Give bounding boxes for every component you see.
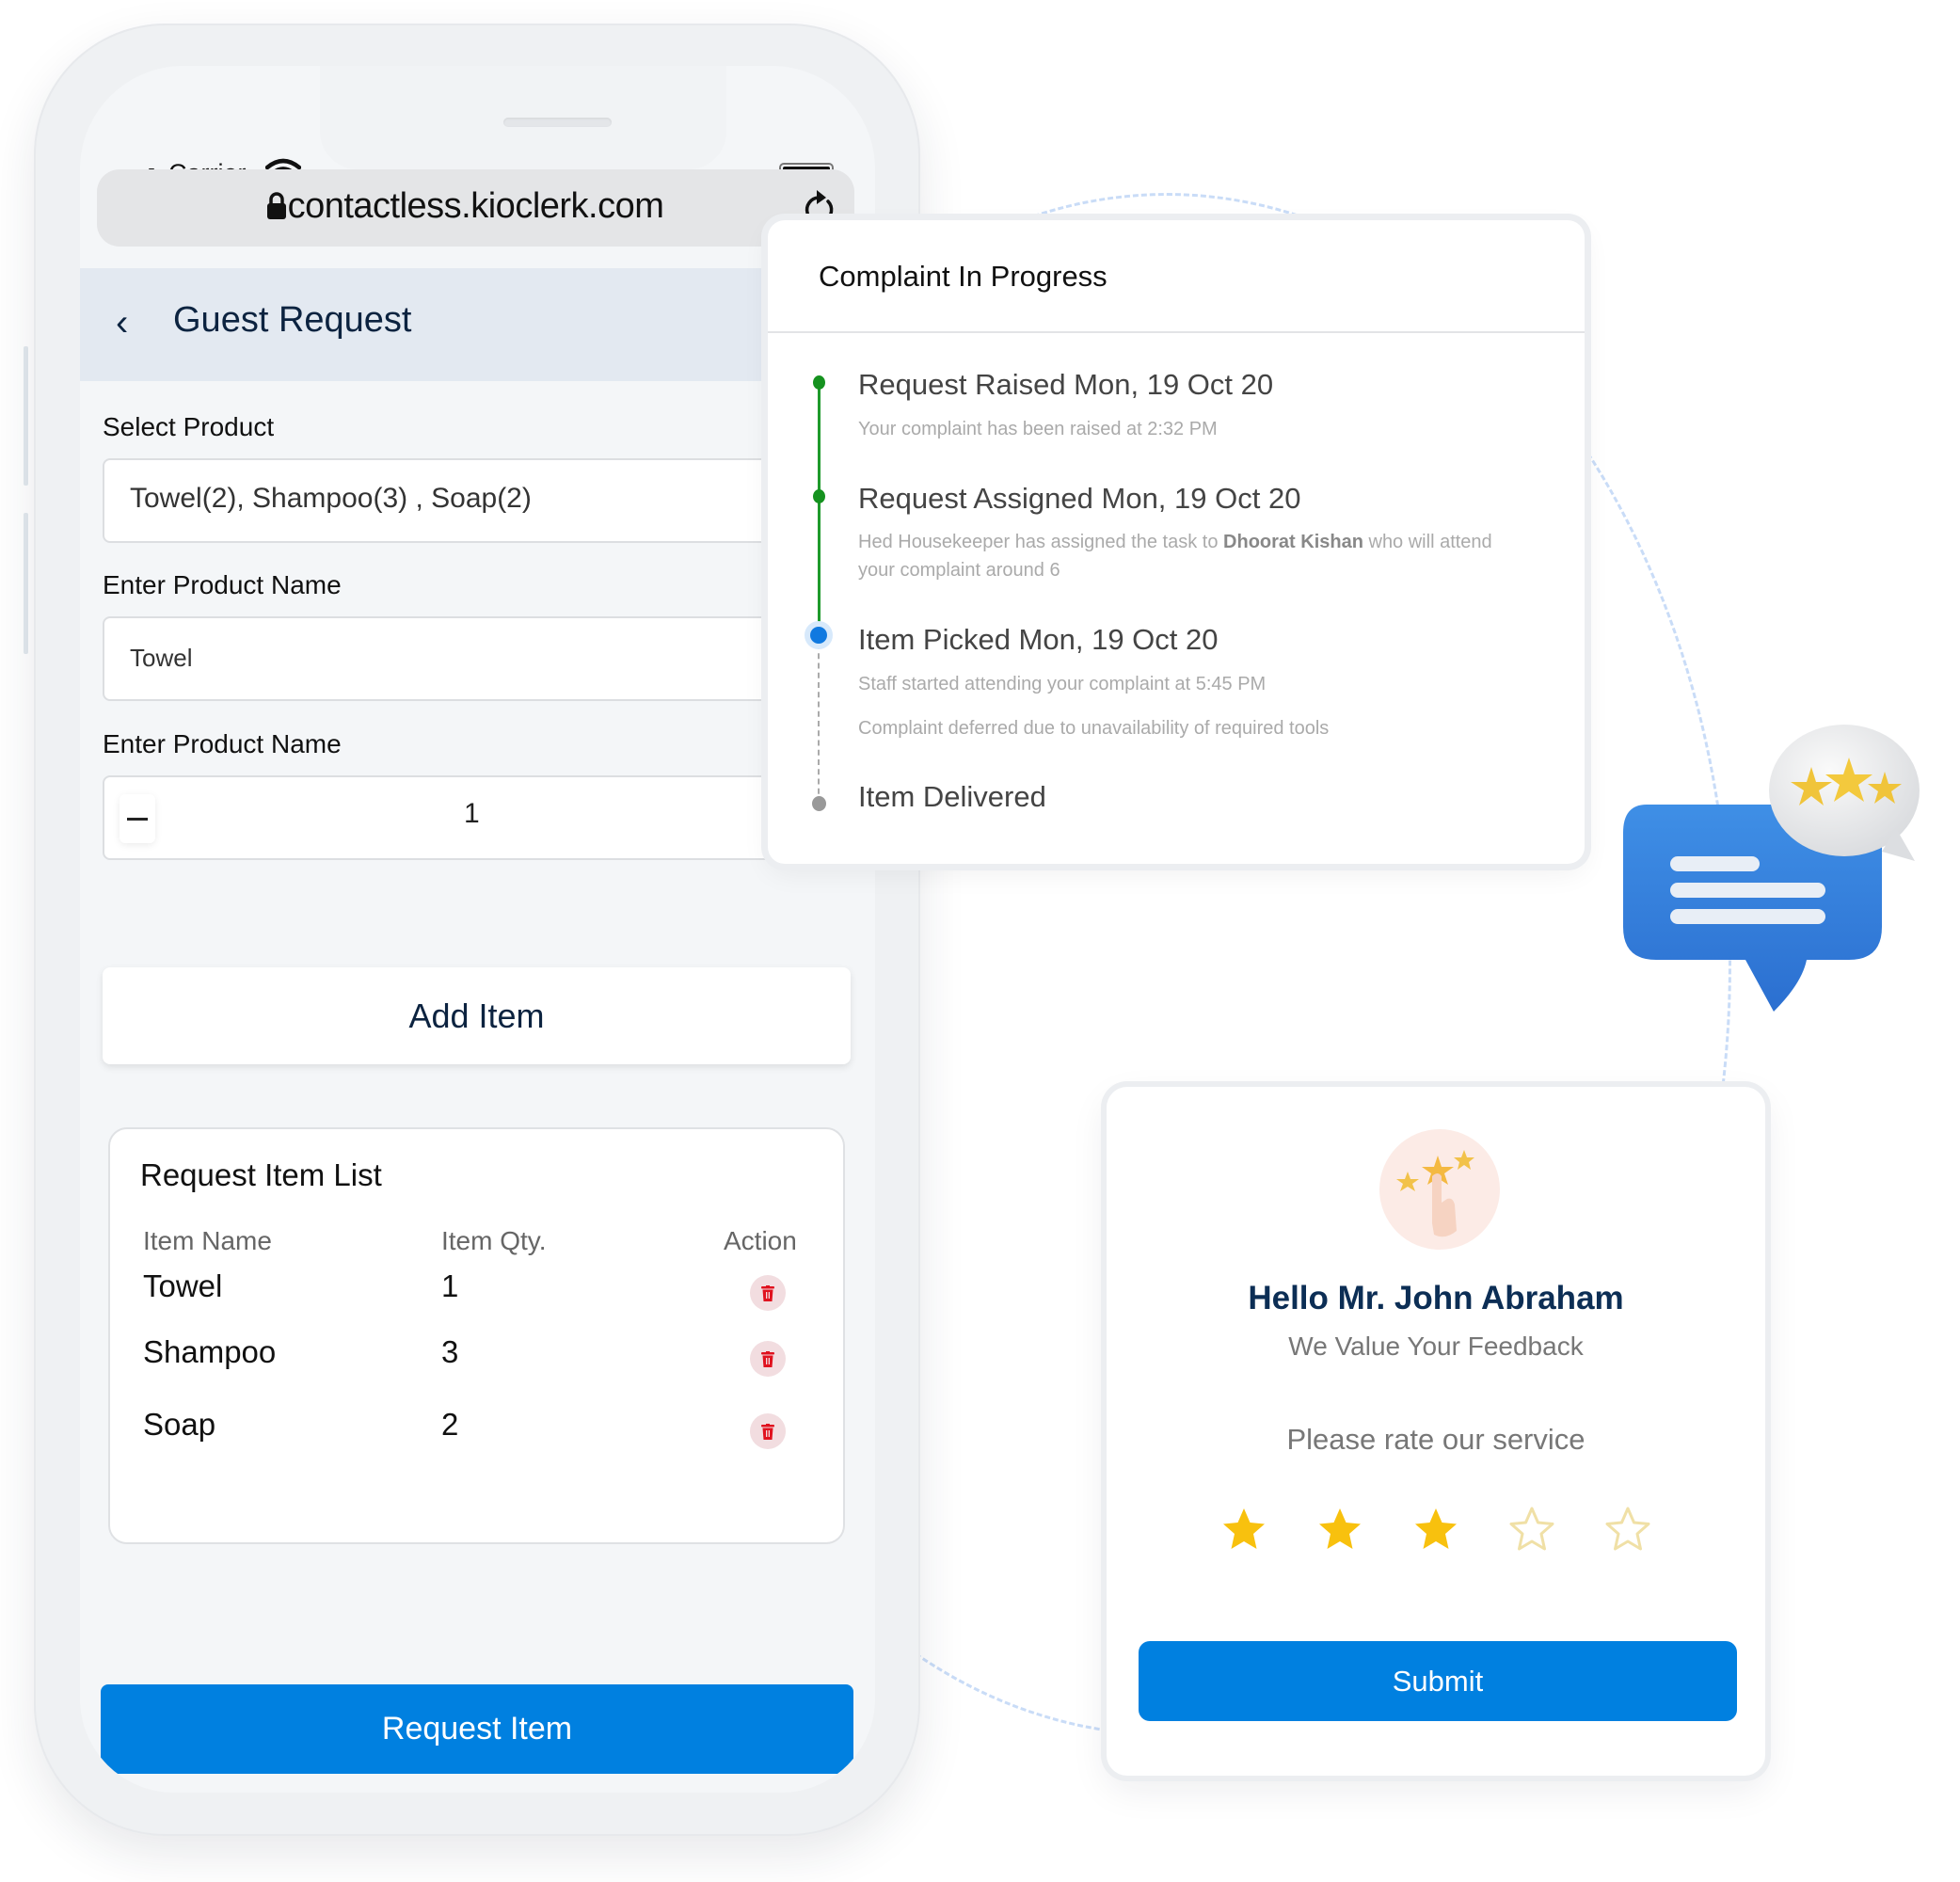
complaint-title: Complaint In Progress	[819, 260, 1107, 293]
quantity-label: Enter Product Name	[103, 729, 342, 758]
page-header: ‹ Guest Request	[80, 268, 875, 381]
feedback-card: Hello Mr. John Abraham We Value Your Fee…	[1107, 1087, 1765, 1776]
delete-button[interactable]	[750, 1341, 786, 1377]
speaker-slot	[503, 118, 612, 127]
select-product-field[interactable]: Towel(2), Shampoo(3) , Soap(2)	[103, 458, 837, 543]
timeline-line-completed	[818, 382, 821, 634]
delete-button[interactable]	[750, 1275, 786, 1311]
request-item-list: Request Item List Item Name Item Qty. Ac…	[108, 1127, 845, 1544]
list-title: Request Item List	[140, 1157, 382, 1192]
timeline-line-pending	[818, 644, 820, 804]
star-rating[interactable]	[1219, 1506, 1652, 1555]
product-name-input[interactable]: Towel	[103, 616, 837, 701]
desc-text: Hed Housekeeper has assigned the task to	[858, 532, 1224, 552]
chat-review-bubble-icon	[1623, 725, 1920, 1012]
item-qty: 1	[441, 1268, 459, 1303]
page-title: Guest Request	[173, 300, 412, 340]
minus-icon[interactable]	[120, 794, 155, 843]
chevron-left-icon[interactable]: ‹	[116, 302, 128, 343]
step-desc: Hed Housekeeper has assigned the task to…	[858, 528, 1517, 584]
rating-prompt: Please rate our service	[1286, 1423, 1586, 1456]
divider	[768, 331, 1585, 333]
phone-side-button	[24, 346, 28, 486]
step-title: Request Assigned Mon, 19 Oct 20	[858, 482, 1301, 515]
star-empty-icon[interactable]	[1603, 1506, 1652, 1555]
product-name-label: Enter Product Name	[103, 570, 342, 599]
step-desc: Your complaint has been raised at 2:32 P…	[858, 419, 1218, 439]
trash-icon	[761, 1423, 774, 1440]
submit-button[interactable]: Submit	[1139, 1641, 1737, 1721]
step-note: Complaint deferred due to unavailability…	[858, 718, 1330, 739]
step-current-dot	[810, 627, 827, 644]
browser-url-bar[interactable]: contactless.kioclerk.com	[97, 169, 854, 247]
step-title: Request Raised Mon, 19 Oct 20	[858, 368, 1274, 401]
column-header-action: Action	[724, 1226, 797, 1255]
step-title: Item Delivered	[858, 780, 1046, 813]
step-desc: Staff started attending your complaint a…	[858, 674, 1267, 694]
star-filled-icon[interactable]	[1411, 1506, 1460, 1555]
quantity-value: 1	[464, 798, 480, 829]
delete-button[interactable]	[750, 1413, 786, 1449]
item-name: Towel	[143, 1268, 223, 1303]
item-name: Shampoo	[143, 1334, 277, 1369]
item-qty: 3	[441, 1334, 459, 1369]
step-done-dot	[813, 489, 825, 503]
phone-side-button	[24, 513, 28, 654]
step-title: Item Picked Mon, 19 Oct 20	[858, 623, 1219, 656]
quantity-stepper[interactable]: 1	[103, 775, 837, 860]
complaint-progress-card: Complaint In Progress Request Raised Mon…	[768, 220, 1585, 864]
product-name-value: Towel	[130, 644, 193, 672]
column-header-item-name: Item Name	[143, 1226, 272, 1255]
item-name: Soap	[143, 1407, 216, 1442]
step-pending-dot	[812, 796, 826, 811]
trash-icon	[761, 1284, 774, 1301]
assignee-name: Dhoorat Kishan	[1223, 532, 1363, 552]
phone-screen: Carrier contactless.kioclerk.com ‹ Guest…	[80, 66, 875, 1793]
rating-hand-icon	[1379, 1129, 1500, 1250]
add-item-button[interactable]: Add Item	[103, 967, 851, 1064]
select-product-label: Select Product	[103, 412, 275, 441]
star-filled-icon[interactable]	[1315, 1506, 1364, 1555]
step-done-dot	[813, 375, 825, 390]
feedback-subtitle: We Value Your Feedback	[1288, 1332, 1584, 1361]
trash-icon	[761, 1350, 774, 1367]
star-filled-icon[interactable]	[1219, 1506, 1268, 1555]
star-empty-icon[interactable]	[1507, 1506, 1556, 1555]
url-text[interactable]: contactless.kioclerk.com	[97, 186, 854, 227]
greeting: Hello Mr. John Abraham	[1248, 1280, 1624, 1316]
request-item-button[interactable]: Request Item	[101, 1684, 853, 1774]
column-header-item-qty: Item Qty.	[441, 1226, 547, 1255]
item-qty: 2	[441, 1407, 459, 1442]
select-product-value: Towel(2), Shampoo(3) , Soap(2)	[130, 483, 532, 514]
